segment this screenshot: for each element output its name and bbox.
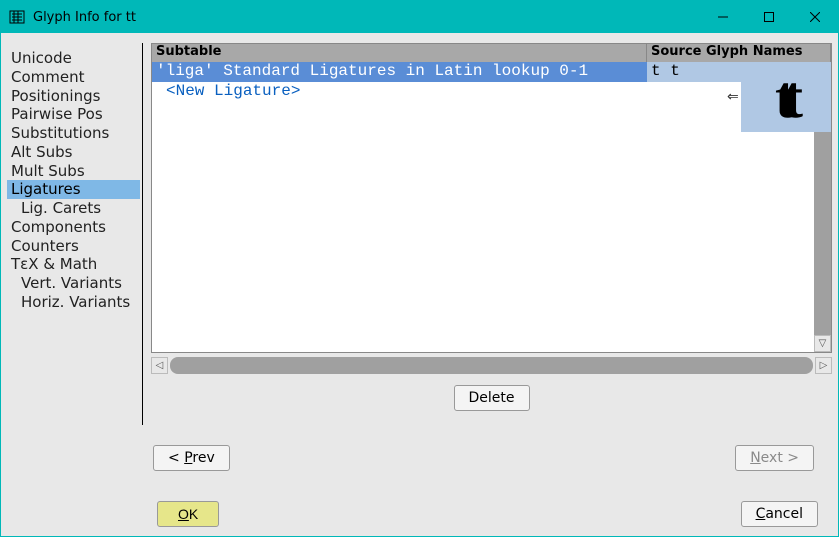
- sidebar-item-lig-carets[interactable]: Lig. Carets: [7, 199, 140, 218]
- sidebar-item-mult-subs[interactable]: Mult Subs: [7, 162, 140, 181]
- sidebar-item-pairwise-pos[interactable]: Pairwise Pos: [7, 105, 140, 124]
- glyph-preview: ⇐ tt: [741, 62, 831, 132]
- sidebar-item-substitutions[interactable]: Substitutions: [7, 124, 140, 143]
- sidebar-item-horiz-variants[interactable]: Horiz. Variants: [7, 293, 140, 312]
- sidebar-item-t-x-math[interactable]: TεX & Math: [7, 255, 140, 274]
- sidebar-item-counters[interactable]: Counters: [7, 237, 140, 256]
- app-icon: [9, 9, 25, 25]
- maximize-button[interactable]: [746, 1, 792, 33]
- close-button[interactable]: [792, 1, 838, 33]
- scroll-left-icon[interactable]: ◁: [151, 357, 168, 374]
- table-body[interactable]: 'liga' Standard Ligatures in Latin looku…: [152, 62, 831, 352]
- scroll-down-icon[interactable]: ▽: [814, 335, 831, 352]
- window: Glyph Info for tt UnicodeCommentPosition…: [0, 0, 839, 537]
- sidebar-item-unicode[interactable]: Unicode: [7, 49, 140, 68]
- main-panel: Subtable Source Glyph Names 'liga' Stand…: [143, 43, 832, 425]
- sidebar: UnicodeCommentPositioningsPairwise PosSu…: [7, 43, 143, 425]
- sidebar-item-components[interactable]: Components: [7, 218, 140, 237]
- sidebar-item-vert-variants[interactable]: Vert. Variants: [7, 274, 140, 293]
- titlebar: Glyph Info for tt: [1, 1, 838, 33]
- sidebar-item-positionings[interactable]: Positionings: [7, 87, 140, 106]
- collapse-arrow-icon[interactable]: ⇐: [727, 89, 739, 105]
- window-title: Glyph Info for tt: [33, 10, 700, 25]
- sidebar-item-alt-subs[interactable]: Alt Subs: [7, 143, 140, 162]
- cell-subtable[interactable]: 'liga' Standard Ligatures in Latin looku…: [152, 62, 647, 82]
- cancel-button[interactable]: Cancel: [741, 501, 818, 527]
- ok-button[interactable]: OK: [157, 501, 219, 527]
- table-header: Subtable Source Glyph Names: [152, 44, 831, 62]
- ligature-table: Subtable Source Glyph Names 'liga' Stand…: [151, 43, 832, 353]
- scroll-right-icon[interactable]: ▷: [815, 357, 832, 374]
- table-row[interactable]: 'liga' Standard Ligatures in Latin looku…: [152, 62, 831, 82]
- horizontal-scrollbar[interactable]: ◁ ▷: [151, 355, 832, 375]
- delete-button[interactable]: Delete: [454, 385, 530, 411]
- column-header-source[interactable]: Source Glyph Names: [647, 44, 831, 62]
- column-header-subtable[interactable]: Subtable: [152, 44, 647, 62]
- sidebar-item-comment[interactable]: Comment: [7, 68, 140, 87]
- sidebar-item-ligatures[interactable]: Ligatures: [7, 180, 140, 199]
- window-controls: [700, 1, 838, 33]
- client-area: UnicodeCommentPositioningsPairwise PosSu…: [1, 33, 838, 536]
- glyph-preview-text: tt: [775, 70, 797, 124]
- prev-button[interactable]: < Prev: [153, 445, 230, 471]
- minimize-button[interactable]: [700, 1, 746, 33]
- next-button: Next >: [735, 445, 814, 471]
